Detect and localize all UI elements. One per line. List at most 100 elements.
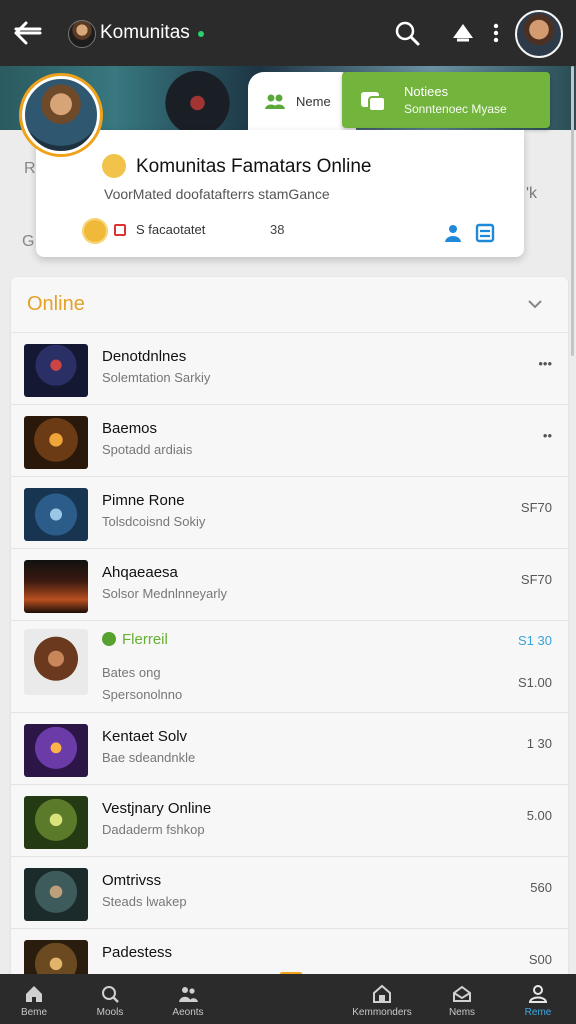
item-title: Baemos <box>102 420 158 437</box>
item-title: Pimne Rone <box>102 492 185 509</box>
side-text-right: 'k <box>526 185 538 202</box>
item-price: SF70 <box>520 572 552 587</box>
item-price: S00 <box>528 952 552 967</box>
game-thumbnail <box>24 488 88 541</box>
item-title: Omtrivss <box>102 872 162 889</box>
nav-accounts[interactable]: Aeonts <box>158 974 218 1024</box>
people-icon <box>179 987 198 1002</box>
side-text-left: R <box>24 160 36 177</box>
green-badge-icon <box>102 632 116 646</box>
coin-icon <box>82 218 108 244</box>
item-title: Ahqaeaesa <box>102 564 178 581</box>
more-vertical-icon[interactable] <box>481 18 511 48</box>
item-title: Kentaet Solv <box>102 728 188 745</box>
list-item[interactable]: Omtrivss Steads lwakep 560 <box>11 857 568 929</box>
nav-label: Kemmonders <box>352 1007 412 1018</box>
game-thumbnail <box>24 629 88 695</box>
item-title: Denotdnlnes <box>102 348 187 365</box>
item-subtitle-secondary: Spersonolnno <box>102 687 183 702</box>
item-title: Flerreil <box>102 631 168 648</box>
item-more-button[interactable]: •• <box>543 428 552 443</box>
group-avatar[interactable] <box>22 76 100 154</box>
community-avatar-small <box>68 20 96 48</box>
game-thumbnail <box>24 560 88 613</box>
search-icon[interactable] <box>392 18 422 48</box>
nav-tools[interactable]: Mools <box>80 974 140 1024</box>
online-status-dot <box>198 31 204 37</box>
game-thumbnail <box>24 796 88 849</box>
house-icon <box>373 984 391 1003</box>
group-title: Komunitas Famatars Online <box>136 156 372 177</box>
game-thumbnail <box>24 416 88 469</box>
bottom-navigation: Beme Mools Aeonts Kemmonders Nems Reme <box>0 974 576 1024</box>
item-subtitle: Bae sdeandnkle <box>102 750 196 765</box>
scrollbar[interactable] <box>571 66 574 356</box>
tab-name[interactable]: Neme <box>248 72 356 130</box>
item-price: S1 30 <box>518 633 552 648</box>
chevron-down-icon[interactable] <box>526 295 544 313</box>
tab-name-label: Neme <box>296 93 331 109</box>
section-header[interactable]: Online <box>11 277 568 333</box>
list-view-icon[interactable] <box>474 222 496 244</box>
item-price: SF70 <box>520 500 552 515</box>
nav-label: Reme <box>524 1007 552 1018</box>
list-item[interactable]: Padestess S00 <box>11 929 568 974</box>
emoji-icon <box>102 154 126 178</box>
game-thumbnail <box>24 724 88 777</box>
stat-label: S facaotatet <box>136 222 206 237</box>
item-subtitle: Bates ong <box>102 665 161 680</box>
nav-label: Aeonts <box>172 1007 204 1018</box>
item-subtitle: Solemtation Sarkiy <box>102 370 211 385</box>
nav-label: Beme <box>20 1007 48 1018</box>
item-title: Vestjnary Online <box>102 800 212 817</box>
list-item[interactable]: Kentaet Solv Bae sdeandnkle 1 30 <box>11 713 568 785</box>
profile-avatar[interactable] <box>515 10 563 58</box>
list-item[interactable]: Flerreil Bates ong Spersonolnno S1 30 S1… <box>11 621 568 713</box>
nav-commanders[interactable]: Kemmonders <box>352 974 412 1024</box>
nav-label: Nems <box>448 1007 476 1018</box>
chat-icon <box>361 92 386 112</box>
item-subtitle: Tolsdcoisnd Sokiy <box>102 514 206 529</box>
banner-character-image <box>150 70 245 130</box>
item-title-text: Flerreil <box>122 631 168 648</box>
notice-subtitle: Sonntenoec Myase <box>404 102 507 116</box>
notice-title: Notiees <box>404 84 449 99</box>
nav-profile[interactable]: Reme <box>508 974 568 1024</box>
top-app-bar: Komunitas <box>0 0 576 66</box>
item-subtitle: Solsor Mednlnneyarly <box>102 586 228 601</box>
members-icon <box>265 94 285 109</box>
list-item[interactable]: Pimne Rone Tolsdcoisnd Sokiy SF70 <box>11 477 568 549</box>
list-item[interactable]: Vestjnary Online Dadaderm fshkop 5.00 <box>11 785 568 857</box>
inbox-icon <box>453 985 471 1002</box>
item-more-button[interactable]: ••• <box>538 356 552 371</box>
item-title: Padestess <box>102 944 173 961</box>
list-item[interactable]: Denotdnlnes Solemtation Sarkiy ••• <box>11 333 568 405</box>
game-thumbnail <box>24 344 88 397</box>
game-thumbnail <box>24 868 88 921</box>
item-price: 5.00 <box>526 808 552 823</box>
side-text-g: G <box>22 233 35 250</box>
nav-home[interactable]: Beme <box>4 974 64 1024</box>
item-subtitle: Spotadd ardiais <box>102 442 193 457</box>
list-item[interactable]: Ahqaeaesa Solsor Mednlnneyarly SF70 <box>11 549 568 621</box>
group-description: VoorMated doofatafterrs stamGance <box>104 186 330 202</box>
section-title: Online <box>27 293 85 315</box>
notification-icon[interactable] <box>448 18 478 48</box>
add-member-icon[interactable] <box>442 222 464 244</box>
home-icon <box>26 986 42 1002</box>
stat-count: 38 <box>270 222 285 237</box>
badge-icon <box>114 224 126 236</box>
group-info-card: Komunitas Famatars Online VoorMated doof… <box>36 130 524 257</box>
back-arrow-icon[interactable] <box>12 19 44 47</box>
item-price: 1 30 <box>526 736 552 751</box>
page-title: Komunitas <box>100 22 190 43</box>
notice-card[interactable]: Notiees Sonntenoec Myase <box>342 72 550 128</box>
search-icon <box>102 986 119 1003</box>
list-item[interactable]: Baemos Spotadd ardiais •• <box>11 405 568 477</box>
nav-news[interactable]: Nems <box>432 974 492 1024</box>
nav-label: Mools <box>96 1007 124 1018</box>
item-price-secondary: S1.00 <box>518 675 552 690</box>
item-subtitle: Steads lwakep <box>102 894 187 909</box>
item-price: 560 <box>530 880 552 895</box>
person-icon <box>528 985 548 1003</box>
